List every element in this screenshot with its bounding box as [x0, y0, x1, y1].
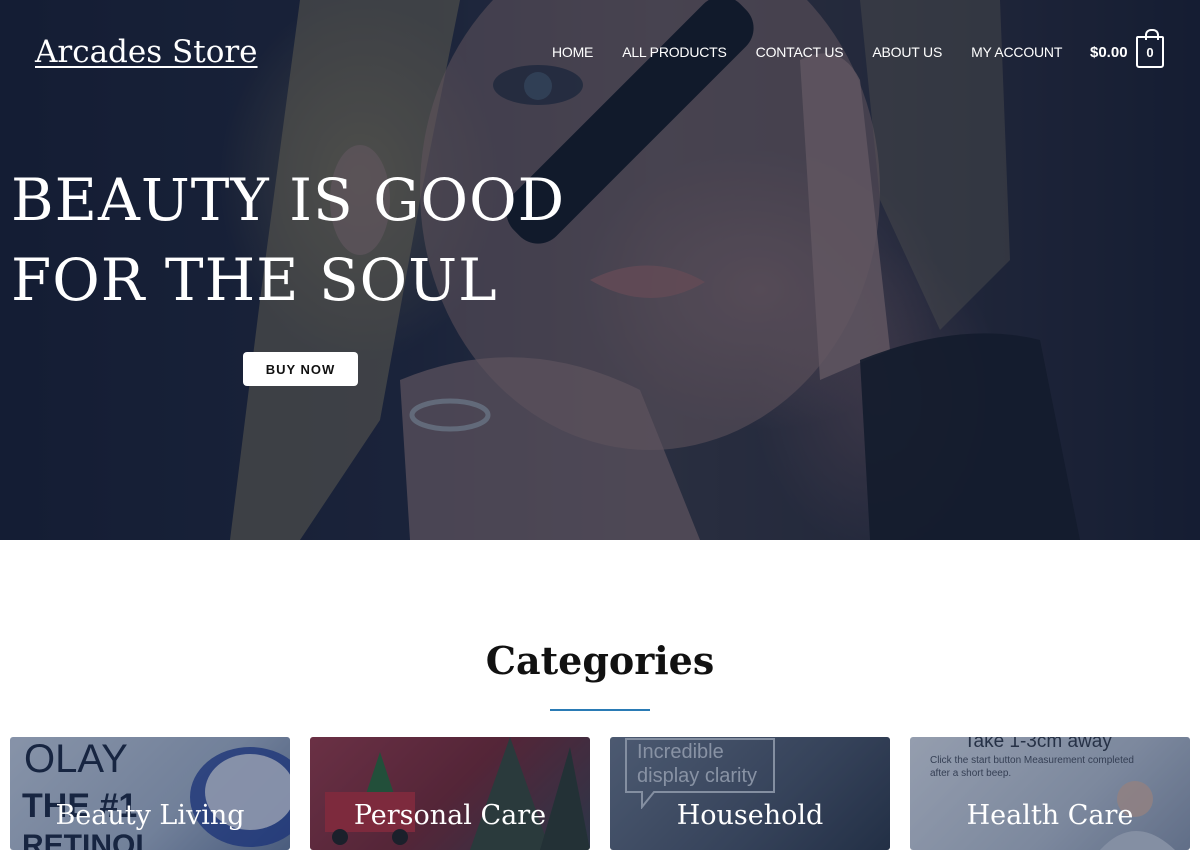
nav-about-us[interactable]: ABOUT US [872, 44, 942, 60]
category-label: Household [676, 800, 824, 831]
nav-all-products[interactable]: ALL PRODUCTS [622, 44, 727, 60]
category-card-household[interactable]: Incredible display clarity Household [610, 737, 890, 850]
cart-count: 0 [1146, 44, 1154, 60]
card-overlay [310, 737, 590, 850]
category-label: Health Care [966, 800, 1134, 831]
category-card-beauty-living[interactable]: OLAY THE #1 RETINOL Beauty Living [10, 737, 290, 850]
hero-heading: BEAUTY IS GOOD FOR THE SOUL [11, 160, 571, 320]
card-overlay [10, 737, 290, 850]
nav-my-account[interactable]: MY ACCOUNT [971, 44, 1062, 60]
hero-heading-line-1: BEAUTY IS GOOD [11, 166, 566, 234]
card-overlay [910, 737, 1190, 850]
hero-heading-line-2: FOR THE SOUL [11, 246, 498, 314]
nav-home[interactable]: HOME [552, 44, 593, 60]
site-title-link[interactable]: Arcades Store [35, 34, 258, 70]
categories-title: Categories [485, 638, 715, 683]
category-label: Beauty Living [55, 800, 245, 831]
shopping-bag-icon[interactable]: 0 [1136, 29, 1164, 68]
category-card-personal-care[interactable]: Personal Care [310, 737, 590, 850]
buy-now-button[interactable]: BUY NOW [243, 352, 358, 386]
categories-divider [550, 709, 650, 711]
nav-contact-us[interactable]: CONTACT US [756, 44, 844, 60]
category-card-health-care[interactable]: Take 1-3cm away Click the start button M… [910, 737, 1190, 850]
hero-banner: Arcades Store HOME ALL PRODUCTS CONTACT … [0, 0, 1200, 540]
card-overlay [610, 737, 890, 850]
cart-amount[interactable]: $0.00 [1090, 44, 1128, 61]
category-label: Personal Care [353, 800, 547, 831]
main-navigation: HOME ALL PRODUCTS CONTACT US ABOUT US MY… [552, 44, 1091, 60]
